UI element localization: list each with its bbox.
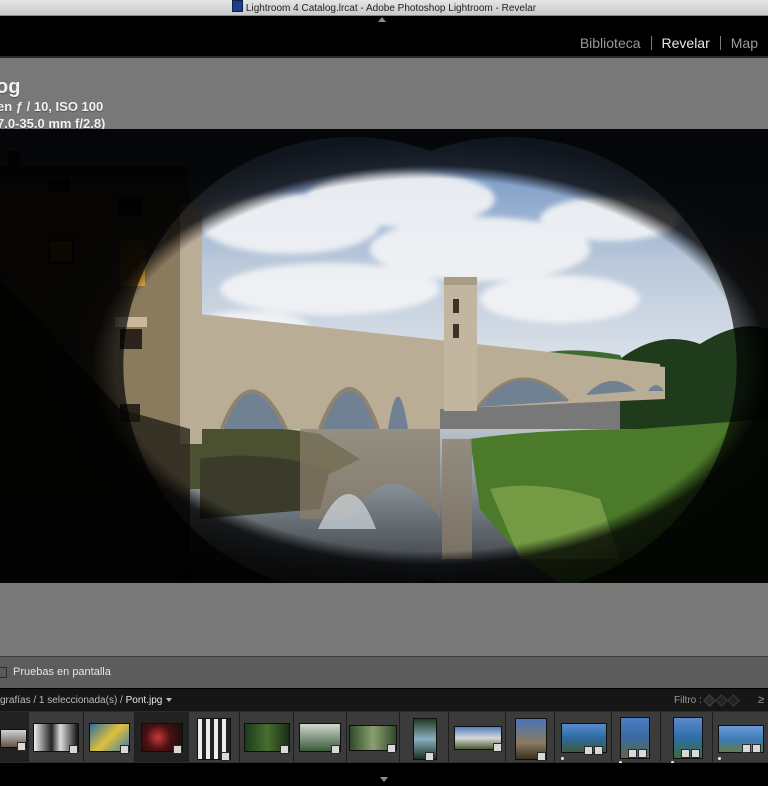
bottom-panel-bar: [0, 763, 768, 786]
edit-badge-icon: [387, 744, 396, 753]
edit-badge-icon: [493, 743, 502, 752]
collapse-arrow-icon[interactable]: [380, 777, 388, 782]
edit-badge-icon: [681, 749, 690, 758]
stack-dot: [561, 757, 564, 760]
filmstrip-header: grafías / 1 seleccionada(s) / Pont.jpg F…: [0, 688, 768, 711]
filmstrip-cell[interactable]: [400, 712, 449, 762]
loupe-view[interactable]: og en ƒ / 10, ISO 100 7.0-35.0 mm f/2.8): [0, 58, 768, 656]
window-title-bar: Lightroom 4 Catalog.lrcat - Adobe Photos…: [0, 0, 768, 16]
module-map[interactable]: Map: [721, 35, 768, 51]
filmstrip-count: grafías / 1 seleccionada(s) /: [0, 695, 126, 706]
lightroom-doc-icon: [231, 0, 243, 12]
soft-proofing-label[interactable]: Pruebas en pantalla: [13, 666, 111, 678]
filmstrip-cell[interactable]: [135, 712, 189, 762]
photo-preview[interactable]: [0, 129, 768, 583]
bridge-photo: [0, 129, 768, 583]
chevron-down-icon[interactable]: [166, 698, 173, 702]
filmstrip-cell[interactable]: [29, 712, 84, 762]
filmstrip-source-path[interactable]: grafías / 1 seleccionada(s) / Pont.jpg: [0, 695, 173, 706]
collapse-arrow-icon[interactable]: [378, 17, 386, 22]
filmstrip-filename: Pont.jpg: [125, 695, 163, 706]
edit-badge-icon: [628, 749, 637, 758]
filmstrip-cell[interactable]: [713, 712, 768, 762]
flag-picked-icon[interactable]: [703, 694, 716, 707]
edit-badge-icon: [120, 745, 129, 754]
filmstrip-cell[interactable]: [661, 712, 713, 764]
filmstrip-cell[interactable]: [612, 712, 661, 764]
filmstrip-cell[interactable]: [240, 712, 294, 762]
module-picker-bar: Biblioteca Revelar Map: [0, 16, 768, 56]
edit-badge-icon: [584, 746, 593, 755]
filmstrip-cell[interactable]: [84, 712, 135, 762]
crop-badge-icon: [638, 749, 647, 758]
crop-badge-icon: [691, 749, 700, 758]
filmstrip[interactable]: [0, 711, 768, 764]
window-title: Lightroom 4 Catalog.lrcat - Adobe Photos…: [245, 3, 537, 14]
flag-unflagged-icon[interactable]: [715, 694, 728, 707]
edit-badge-icon: [331, 745, 340, 754]
photo-exposure: en ƒ / 10, ISO 100: [0, 99, 104, 114]
edit-badge-icon: [537, 752, 546, 761]
filter-more-icon[interactable]: ≥: [758, 694, 764, 706]
photo-name: og: [0, 76, 21, 98]
flag-filter-icon[interactable]: [703, 694, 740, 707]
edit-badge-icon: [425, 752, 434, 761]
photo-info-overlay: og en ƒ / 10, ISO 100 7.0-35.0 mm f/2.8): [0, 76, 105, 132]
crop-badge-icon: [594, 746, 603, 755]
develop-toolbar: Pruebas en pantalla: [0, 656, 768, 688]
edit-badge-icon: [280, 745, 289, 754]
stack-dot: [718, 757, 721, 760]
module-biblioteca[interactable]: Biblioteca: [570, 35, 651, 51]
module-picker: Biblioteca Revelar Map: [570, 34, 768, 52]
filmstrip-cell[interactable]: [347, 712, 400, 762]
module-revelar[interactable]: Revelar: [652, 35, 720, 51]
filmstrip-cell[interactable]: [555, 712, 612, 762]
filmstrip-cell[interactable]: [449, 712, 506, 762]
filmstrip-cell[interactable]: [294, 712, 347, 762]
edit-badge-icon: [221, 752, 230, 761]
filmstrip-cell[interactable]: [189, 712, 240, 762]
edit-badge-icon: [742, 744, 751, 753]
flag-rejected-icon[interactable]: [727, 694, 740, 707]
crop-badge-icon: [752, 744, 761, 753]
filmstrip-cell[interactable]: [0, 712, 29, 762]
edit-badge-icon: [17, 742, 26, 751]
edit-badge-icon: [173, 745, 182, 754]
filter-label: Filtro :: [674, 695, 702, 706]
checkbox-icon[interactable]: [0, 667, 7, 678]
edit-badge-icon: [69, 745, 78, 754]
filmstrip-cell[interactable]: [506, 712, 555, 762]
